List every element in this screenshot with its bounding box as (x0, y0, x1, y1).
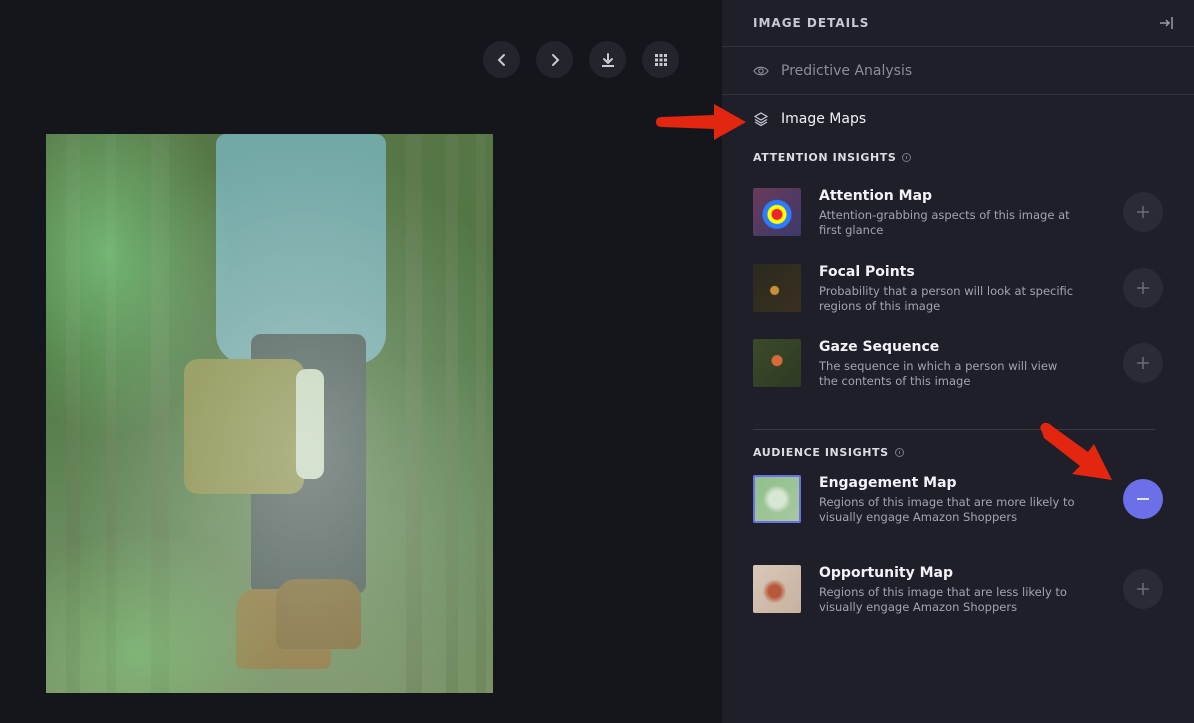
annotation-arrow-engagement-map (1040, 422, 1112, 480)
grid-icon (654, 53, 667, 66)
plus-icon (1137, 206, 1149, 218)
engagement-heatmap-overlay (46, 134, 493, 693)
focal-points-thumbnail (753, 264, 801, 312)
download-button[interactable] (589, 41, 626, 78)
list-item-focal-points: Focal Points Probability that a person w… (753, 264, 1163, 314)
predictive-analysis-label: Predictive Analysis (781, 62, 913, 79)
add-opportunity-map-button[interactable] (1123, 569, 1163, 609)
panel-title: IMAGE DETAILS (753, 16, 870, 30)
add-gaze-sequence-button[interactable] (1123, 343, 1163, 383)
list-item-opportunity-map: Opportunity Map Regions of this image th… (753, 565, 1163, 615)
download-icon (601, 52, 614, 67)
eye-icon (753, 66, 769, 75)
focal-points-title: Focal Points (819, 264, 915, 280)
next-image-button[interactable] (536, 41, 573, 78)
audience-insights-heading: AUDIENCE INSIGHTS (722, 446, 935, 459)
opportunity-map-description: Regions of this image that are less like… (819, 585, 1067, 614)
info-icon[interactable] (902, 153, 912, 162)
attention-insights-heading: ATTENTION INSIGHTS (722, 151, 942, 164)
viewer-toolbar (483, 41, 679, 78)
add-focal-points-button[interactable] (1123, 268, 1163, 308)
info-icon[interactable] (894, 448, 904, 457)
attention-map-thumbnail (753, 188, 801, 236)
product-photo-with-engagement-overlay (46, 134, 493, 693)
image-viewer (0, 0, 722, 723)
focal-points-description: Probability that a person will look at s… (819, 284, 1074, 313)
minus-icon (1137, 498, 1149, 500)
image-details-panel: IMAGE DETAILS Predictive Analysis Image … (722, 0, 1194, 723)
image-maps-label: Image Maps (781, 111, 867, 127)
remove-engagement-map-button[interactable] (1123, 479, 1163, 519)
chevron-right-icon (551, 53, 559, 66)
predictive-analysis-tab[interactable]: Predictive Analysis (722, 47, 1194, 95)
panel-header: IMAGE DETAILS (722, 0, 1194, 47)
gaze-sequence-description: The sequence in which a person will view… (819, 359, 1058, 388)
plus-icon (1137, 357, 1149, 369)
gaze-sequence-thumbnail (753, 339, 801, 387)
previous-image-button[interactable] (483, 41, 520, 78)
attention-insights-title: ATTENTION INSIGHTS (753, 151, 897, 164)
attention-map-description: Attention-grabbing aspects of this image… (819, 208, 1070, 237)
plus-icon (1137, 583, 1149, 595)
opportunity-map-thumbnail (753, 565, 801, 613)
list-item-attention-map: Attention Map Attention-grabbing aspects… (753, 188, 1163, 238)
opportunity-map-title: Opportunity Map (819, 565, 953, 581)
attention-map-title: Attention Map (819, 188, 933, 204)
image-maps-tab[interactable]: Image Maps (722, 95, 1194, 143)
engagement-map-description: Regions of this image that are more like… (819, 495, 1075, 524)
engagement-map-thumbnail (753, 475, 801, 523)
annotation-arrow-image-maps (656, 104, 746, 140)
grid-view-button[interactable] (642, 41, 679, 78)
chevron-left-icon (497, 53, 505, 66)
add-attention-map-button[interactable] (1123, 192, 1163, 232)
gaze-sequence-title: Gaze Sequence (819, 339, 940, 355)
layers-icon (753, 112, 769, 127)
list-item-gaze-sequence: Gaze Sequence The sequence in which a pe… (753, 339, 1163, 389)
collapse-right-icon[interactable] (1158, 15, 1174, 31)
audience-insights-title: AUDIENCE INSIGHTS (753, 446, 889, 459)
plus-icon (1137, 282, 1149, 294)
